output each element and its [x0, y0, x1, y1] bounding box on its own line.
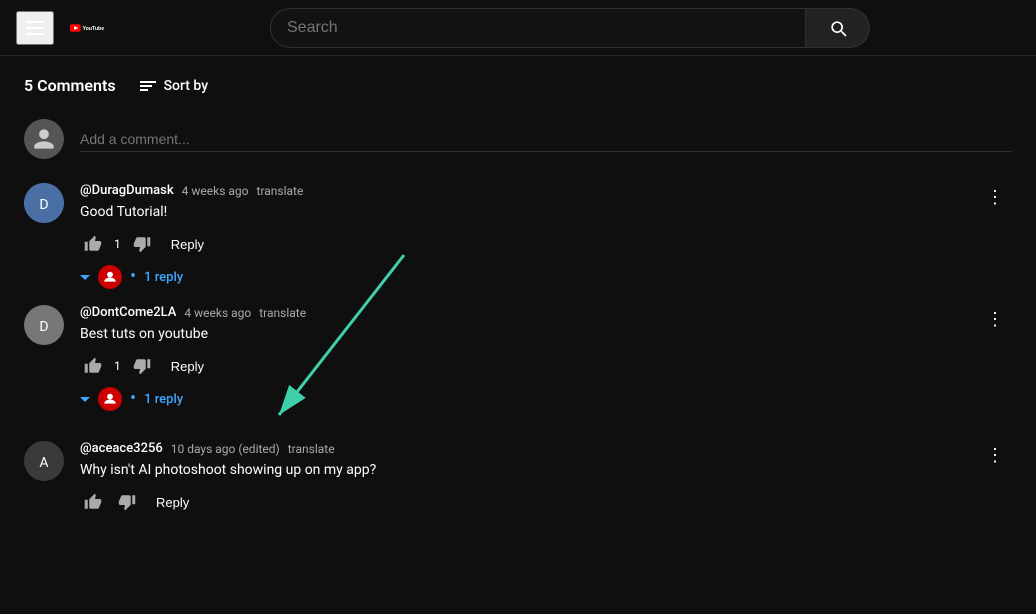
comment-meta-1: @DuragDumask 4 weeks ago translate [80, 183, 1012, 198]
thumbs-up-icon-2 [84, 357, 102, 375]
main-content: 5 Comments Sort by D @DuragDumask [0, 56, 1036, 555]
thumbs-up-icon-1 [84, 235, 102, 253]
replies-toggle-2[interactable]: • 1 reply [80, 387, 1012, 411]
comments-count: 5 Comments [24, 76, 116, 95]
more-options-3[interactable]: ⋮ [978, 441, 1012, 470]
like-button-2[interactable] [80, 353, 106, 379]
comment-input[interactable] [80, 127, 1012, 152]
reply-avatar-icon-2 [103, 392, 117, 406]
more-options-2[interactable]: ⋮ [978, 305, 1012, 334]
search-button[interactable] [806, 8, 870, 48]
thumbs-down-icon-3 [118, 493, 136, 511]
reply-button-1[interactable]: Reply [163, 233, 212, 256]
thumbs-up-icon-3 [84, 493, 102, 511]
comment-item-3: A @aceace3256 10 days ago (edited) trans… [24, 441, 1012, 515]
reply-count-2: 1 reply [144, 392, 183, 407]
comment-body-2: @DontCome2LA 4 weeks ago translate Best … [80, 305, 1012, 411]
comment-actions-1: 1 Reply [80, 231, 1012, 257]
search-input-wrapper [270, 8, 806, 48]
comment-actions-2: 1 Reply [80, 353, 1012, 379]
comment-actions-3: Reply [80, 489, 1012, 515]
comment-meta-3: @aceace3256 10 days ago (edited) transla… [80, 441, 1012, 456]
hamburger-menu[interactable] [16, 11, 54, 45]
comment-item: D @DuragDumask 4 weeks ago translate Goo… [24, 183, 1012, 289]
header: YouTube [0, 0, 1036, 56]
reply-avatar-1 [98, 265, 122, 289]
sort-by-button[interactable]: Sort by [140, 78, 209, 94]
comment-item-2: D @DontCome2LA 4 weeks ago translate Bes… [24, 305, 1012, 411]
chevron-down-icon-2 [80, 397, 90, 402]
comment-text-2: Best tuts on youtube [80, 324, 1012, 345]
svg-text:A: A [39, 455, 48, 471]
thumbs-down-icon-1 [133, 235, 151, 253]
comment-time-3: 10 days ago (edited) [171, 442, 280, 456]
comment-author-3[interactable]: @aceace3256 [80, 441, 163, 456]
replies-toggle-1[interactable]: • 1 reply [80, 265, 1012, 289]
user-avatar [24, 119, 64, 159]
dislike-button-1[interactable] [129, 231, 155, 257]
yt-logo-icon: YouTube [70, 16, 104, 40]
reply-avatar-icon-1 [103, 270, 117, 284]
like-button-3[interactable] [80, 489, 106, 515]
comment-body-1: @DuragDumask 4 weeks ago translate Good … [80, 183, 1012, 289]
comment-avatar-3: A [24, 441, 64, 481]
user-icon [32, 127, 56, 151]
dislike-button-3[interactable] [114, 489, 140, 515]
comment-author-1[interactable]: @DuragDumask [80, 183, 174, 198]
svg-text:D: D [39, 197, 48, 213]
search-input[interactable] [287, 19, 789, 37]
comment-author-2[interactable]: @DontCome2LA [80, 305, 176, 320]
comment-time-1: 4 weeks ago [182, 184, 249, 198]
sort-icon [140, 81, 156, 91]
avatar-icon-2: D [24, 305, 64, 345]
comment-time-2: 4 weeks ago [184, 306, 251, 320]
reply-avatar-2 [98, 387, 122, 411]
sort-by-label: Sort by [164, 78, 209, 94]
more-options-1[interactable]: ⋮ [978, 183, 1012, 212]
comment-avatar-1: D [24, 183, 64, 223]
svg-text:D: D [39, 319, 48, 335]
comment-body-3: @aceace3256 10 days ago (edited) transla… [80, 441, 1012, 515]
comment-meta-2: @DontCome2LA 4 weeks ago translate [80, 305, 1012, 320]
dot-1: • [130, 268, 136, 286]
reply-button-2[interactable]: Reply [163, 355, 212, 378]
dislike-button-2[interactable] [129, 353, 155, 379]
comment-translate-3[interactable]: translate [288, 442, 335, 456]
avatar-icon-3: A [24, 441, 64, 481]
dot-2: • [130, 390, 136, 408]
reply-count-1: 1 reply [144, 270, 183, 285]
like-button-1[interactable] [80, 231, 106, 257]
thumbs-down-icon-2 [133, 357, 151, 375]
comment-translate-1[interactable]: translate [256, 184, 303, 198]
search-icon [828, 18, 848, 38]
comment-text-3: Why isn't AI photoshoot showing up on my… [80, 460, 1012, 481]
avatar-icon-1: D [24, 183, 64, 223]
add-comment-row [24, 119, 1012, 159]
comments-header: 5 Comments Sort by [24, 76, 1012, 95]
reply-button-3[interactable]: Reply [148, 491, 197, 514]
comment-translate-2[interactable]: translate [259, 306, 306, 320]
chevron-down-icon-1 [80, 275, 90, 280]
comment-text-1: Good Tutorial! [80, 202, 1012, 223]
search-bar [270, 8, 870, 48]
svg-text:YouTube: YouTube [82, 25, 104, 31]
like-count-1: 1 [114, 237, 121, 251]
like-count-2: 1 [114, 359, 121, 373]
comment-avatar-2: D [24, 305, 64, 345]
youtube-logo[interactable]: YouTube [70, 16, 104, 40]
